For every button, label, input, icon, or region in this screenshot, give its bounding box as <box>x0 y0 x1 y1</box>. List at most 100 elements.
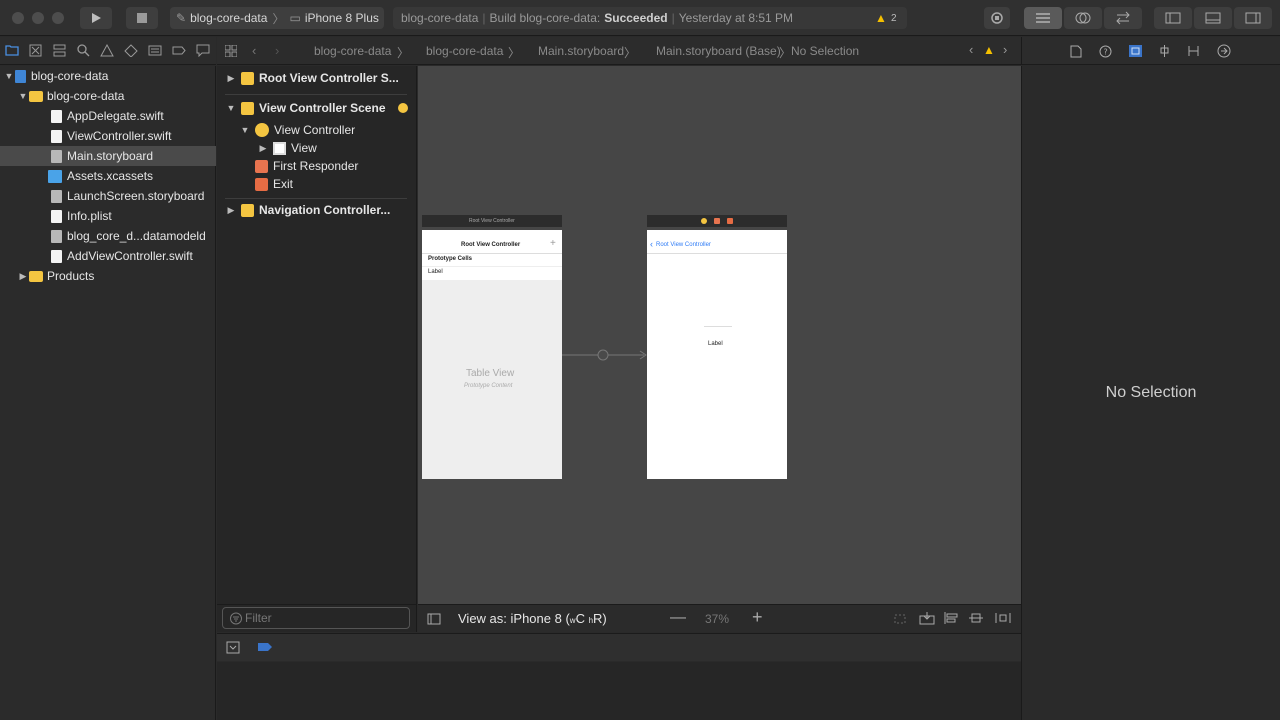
disclosure-open-icon[interactable]: ▼ <box>17 91 29 101</box>
folder-icon[interactable] <box>5 44 19 56</box>
library-button[interactable] <box>984 7 1010 29</box>
breadcrumb-item[interactable]: Main.storyboard <box>538 44 624 58</box>
file-inspector-icon[interactable] <box>1070 45 1082 58</box>
back-chevron-icon[interactable]: ‹ <box>650 239 653 249</box>
update-frames-icon[interactable] <box>892 612 908 626</box>
nav-item-file[interactable]: blog_core_d...datamodeld <box>0 226 216 246</box>
nav-item-project[interactable]: ▼ blog-core-data <box>0 66 216 86</box>
nav-item-group[interactable]: ▼ blog-core-data <box>0 86 216 106</box>
stop-button[interactable] <box>126 7 158 29</box>
size-inspector-icon[interactable] <box>1187 44 1200 58</box>
scene-view-controller[interactable]: ‹ Root View Controller Label <box>647 230 787 479</box>
nav-item-file[interactable]: ViewController.swift <box>0 126 216 146</box>
nav-item-file[interactable]: Info.plist <box>0 206 216 226</box>
outline-scene[interactable]: ▼ View Controller Scene <box>225 99 386 117</box>
zoom-out-button[interactable]: — <box>670 609 686 627</box>
test-icon[interactable] <box>124 44 138 57</box>
back-arrow-icon[interactable]: ‹ <box>252 43 256 58</box>
run-button[interactable] <box>80 7 112 29</box>
embed-in-icon[interactable] <box>919 611 935 625</box>
nav-item-file[interactable]: AddViewController.swift <box>0 246 216 266</box>
help-inspector-icon[interactable]: ? <box>1099 45 1112 58</box>
disclosure-open-icon[interactable]: ▼ <box>3 71 15 81</box>
zoom-window-button[interactable] <box>52 12 64 24</box>
outline-scene[interactable]: ▶ Root View Controller S... <box>225 69 399 87</box>
disclosure-open-icon[interactable]: ▼ <box>225 103 237 113</box>
disclosure-open-icon[interactable]: ▼ <box>239 125 251 135</box>
exit-icon[interactable] <box>727 218 733 224</box>
warning-badge-icon[interactable] <box>398 103 408 113</box>
add-constraints-icon[interactable] <box>994 611 1012 625</box>
filter-input[interactable]: Filter <box>222 607 410 629</box>
view-as-button[interactable]: View as: iPhone 8 (wC hR) <box>458 611 607 626</box>
forward-arrow-icon[interactable]: › <box>275 43 279 58</box>
source-control-icon[interactable] <box>29 44 42 57</box>
outline-item-view[interactable]: ▶ View <box>257 139 317 157</box>
close-window-button[interactable] <box>12 12 24 24</box>
toggle-navigator-button[interactable] <box>1154 7 1192 29</box>
nav-item-file-selected[interactable]: Main.storyboard <box>0 146 216 166</box>
hierarchy-icon[interactable] <box>53 44 66 57</box>
toggle-debug-button[interactable] <box>1194 7 1232 29</box>
connections-inspector-icon[interactable] <box>1217 44 1231 58</box>
minimize-window-button[interactable] <box>32 12 44 24</box>
app-icon: ✎ <box>176 11 187 25</box>
segue-arrow[interactable] <box>562 346 648 364</box>
disclosure-closed-icon[interactable]: ▶ <box>225 73 237 84</box>
breakpoint-icon[interactable] <box>172 44 186 57</box>
table-view-placeholder[interactable]: Table View Prototype Content <box>422 280 562 479</box>
storyboard-file-icon <box>51 189 62 203</box>
disclosure-closed-icon[interactable]: ▶ <box>17 271 29 282</box>
scene-header[interactable] <box>647 215 787 227</box>
nav-item-file[interactable]: AppDelegate.swift <box>0 106 216 126</box>
back-button[interactable]: Root View Controller <box>656 242 711 248</box>
standard-editor-button[interactable] <box>1024 7 1062 29</box>
stack-icon[interactable] <box>943 611 959 625</box>
disclosure-closed-icon[interactable]: ▶ <box>257 143 269 154</box>
outline-item-label: Exit <box>273 177 294 191</box>
version-editor-button[interactable] <box>1104 7 1142 29</box>
next-issue-icon[interactable]: › <box>1003 42 1007 57</box>
search-icon[interactable] <box>77 44 90 57</box>
segue-icon[interactable] <box>597 349 609 361</box>
hide-debug-area-icon[interactable] <box>226 641 240 654</box>
warning-icon[interactable]: ▲ <box>983 43 995 57</box>
issue-icon[interactable] <box>100 44 114 57</box>
toggle-outline-icon[interactable] <box>427 613 441 625</box>
outline-item-view-controller[interactable]: ▼ View Controller <box>239 121 355 139</box>
outline-scene[interactable]: ▶ Navigation Controller... <box>225 201 391 219</box>
attributes-inspector-icon[interactable] <box>1158 44 1171 58</box>
identity-inspector-icon[interactable] <box>1128 44 1143 58</box>
breakpoints-toggle-icon[interactable] <box>257 642 273 652</box>
breadcrumb-item[interactable]: No Selection <box>791 44 859 58</box>
cell-label[interactable]: Label <box>428 269 443 275</box>
nav-item-file[interactable]: Assets.xcassets <box>0 166 216 186</box>
breadcrumb-item[interactable]: blog-core-data <box>314 44 391 58</box>
nav-item-group[interactable]: ▶ Products <box>0 266 216 286</box>
breadcrumb-item[interactable]: blog-core-data <box>426 44 503 58</box>
outline-item-exit[interactable]: Exit <box>255 175 293 193</box>
add-icon[interactable]: + <box>550 238 556 249</box>
assistant-editor-button[interactable] <box>1064 7 1102 29</box>
debug-icon[interactable] <box>148 44 162 57</box>
warning-icon[interactable]: ▲ <box>875 11 887 25</box>
scene-root-view-controller[interactable]: Root View Controller + Prototype Cells L… <box>422 230 562 479</box>
breadcrumb-item[interactable]: Main.storyboard (Base) <box>656 44 781 58</box>
toggle-inspector-button[interactable] <box>1234 7 1272 29</box>
first-responder-icon[interactable] <box>714 218 720 224</box>
content-label[interactable]: Label <box>708 341 723 347</box>
outline-item-label: View <box>291 141 317 155</box>
disclosure-closed-icon[interactable]: ▶ <box>225 205 237 216</box>
report-icon[interactable] <box>196 44 210 57</box>
lines-icon <box>1036 13 1050 23</box>
zoom-in-button[interactable]: + <box>752 607 763 628</box>
scheme-selector[interactable]: ✎ blog-core-data 〉 ▭ iPhone 8 Plus <box>170 7 384 29</box>
view-controller-icon[interactable] <box>701 218 707 224</box>
outline-item-first-responder[interactable]: First Responder <box>255 157 358 175</box>
scene-header[interactable]: Root View Controller <box>422 215 562 227</box>
align-icon[interactable] <box>968 611 984 625</box>
previous-issue-icon[interactable]: ‹ <box>969 42 973 57</box>
related-items-icon[interactable] <box>225 45 237 57</box>
nav-item-file[interactable]: LaunchScreen.storyboard <box>0 186 216 206</box>
storyboard-canvas[interactable]: Root View Controller Root View Controlle… <box>418 66 1021 604</box>
